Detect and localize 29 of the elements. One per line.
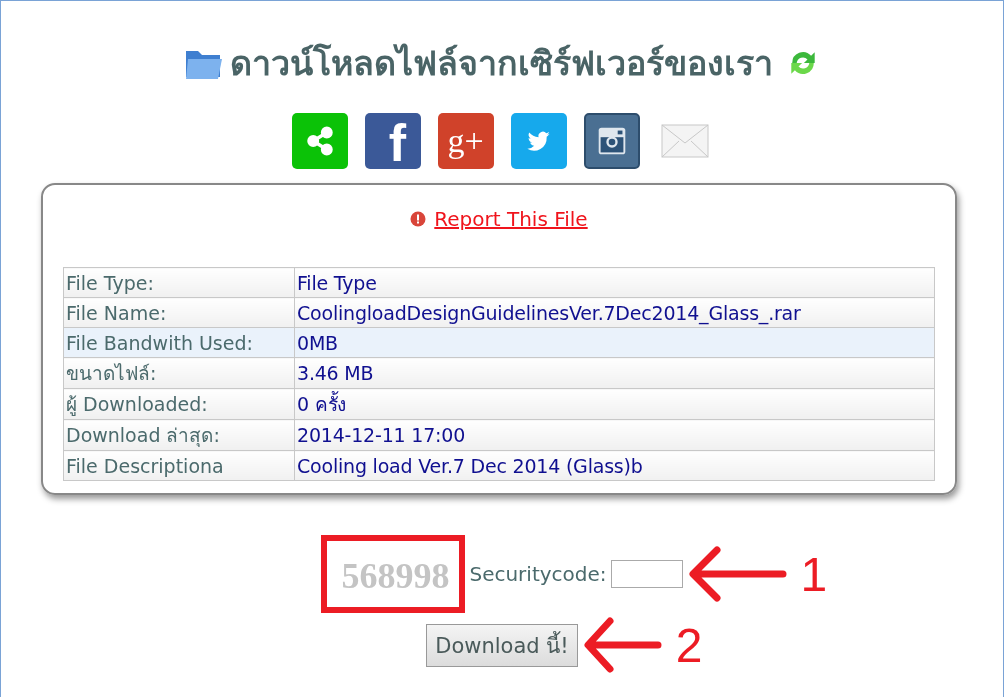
twitter-button[interactable] — [510, 113, 567, 169]
envelope-icon — [659, 121, 710, 161]
security-code-label: Securitycode: — [469, 562, 607, 586]
field-label: ขนาดไฟล์: — [63, 357, 295, 389]
security-code-field[interactable] — [610, 560, 683, 588]
annotation-number: 2 — [675, 617, 703, 673]
field-label: Download ล่าสุด: — [63, 419, 295, 451]
facebook-button[interactable]: f — [364, 113, 421, 169]
page-title: ดาวน์โหลดไฟล์จากเซิร์ฟเวอร์ของเรา — [229, 42, 773, 85]
field-value: 0MB — [294, 327, 935, 358]
annotation-number: 1 — [800, 546, 828, 602]
field-value: File Type — [294, 267, 935, 298]
captcha-code: 568998 — [321, 535, 466, 613]
google-plus-button[interactable]: g+ — [437, 113, 494, 169]
field-value: 0 ครั้ง — [294, 388, 935, 420]
share-button[interactable] — [291, 113, 348, 169]
field-value: Cooling load Ver.7 Dec 2014 (Glass)b — [294, 450, 935, 481]
field-label: File Name: — [63, 297, 295, 328]
field-label: ผู้ Downloaded: — [63, 388, 295, 420]
field-value: 3.46 MB — [294, 357, 935, 389]
report-link[interactable]: Report This File — [434, 207, 588, 231]
field-value: 2014-12-11 17:00 — [294, 419, 935, 451]
field-value: CoolingloadDesignGuidelinesVer.7Dec2014_Glass_.rar — [294, 297, 935, 328]
field-label: File Type: — [63, 267, 295, 298]
alert-icon — [410, 211, 427, 227]
camera-button[interactable] — [583, 113, 640, 169]
field-label: File Bandwith Used: — [63, 327, 295, 358]
field-label: File Descriptiona — [63, 450, 295, 481]
download-button[interactable]: Download นี้! — [426, 623, 578, 667]
